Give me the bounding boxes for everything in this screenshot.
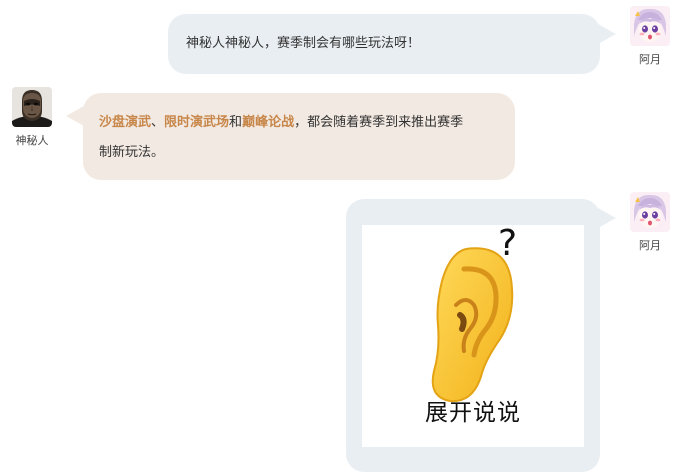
text-part: 和 xyxy=(229,115,243,130)
sticker-image[interactable]: ? 展开说说 xyxy=(362,225,584,447)
mode-peak-debate: 巅峰论战 xyxy=(242,115,295,130)
avatar-mystery-person[interactable]: 神秘人 xyxy=(4,87,60,148)
bubble-tail-2 xyxy=(66,106,84,126)
avatar-ayue-2[interactable]: 阿月 xyxy=(622,192,678,253)
mode-timed-arena: 限时演武场 xyxy=(164,115,230,130)
text-part: 、 xyxy=(151,115,165,130)
text-part: 制新玩法。 xyxy=(99,145,165,160)
message-line-1: 沙盘演武、限时演武场和巅峰论战，都会随着赛季到来推出赛季 xyxy=(99,108,499,138)
sticker-caption: 展开说说 xyxy=(425,400,521,426)
message-line-2: 制新玩法。 xyxy=(99,138,499,168)
question-mark: ? xyxy=(498,225,518,264)
anime-girl-avatar-icon xyxy=(630,192,670,232)
message-bubble-2: 沙盘演武、限时演武场和巅峰论战，都会随着赛季到来推出赛季 制新玩法。 xyxy=(83,93,515,180)
sender-name-2: 神秘人 xyxy=(15,134,49,147)
masked-man-avatar-icon xyxy=(12,87,52,127)
text-part: ，都会随着赛季到来推出赛季 xyxy=(294,115,464,130)
anime-girl-avatar-icon xyxy=(630,6,670,46)
sender-name-3: 阿月 xyxy=(639,239,661,252)
mode-sand-table: 沙盘演武 xyxy=(99,115,152,130)
sender-name-1: 阿月 xyxy=(639,53,661,66)
avatar-ayue-1[interactable]: 阿月 xyxy=(622,6,678,67)
avatar[interactable] xyxy=(630,6,670,46)
avatar[interactable] xyxy=(630,192,670,232)
bubble-tail-3 xyxy=(598,208,616,228)
bubble-tail-1 xyxy=(598,24,616,44)
message-text-1: 神秘人神秘人，赛季制会有哪些玩法呀！ xyxy=(186,36,421,51)
avatar[interactable] xyxy=(12,87,52,127)
message-text-2: 沙盘演武、限时演武场和巅峰论战，都会随着赛季到来推出赛季 制新玩法。 xyxy=(99,108,499,168)
message-bubble-1: 神秘人神秘人，赛季制会有哪些玩法呀！ xyxy=(168,14,600,74)
